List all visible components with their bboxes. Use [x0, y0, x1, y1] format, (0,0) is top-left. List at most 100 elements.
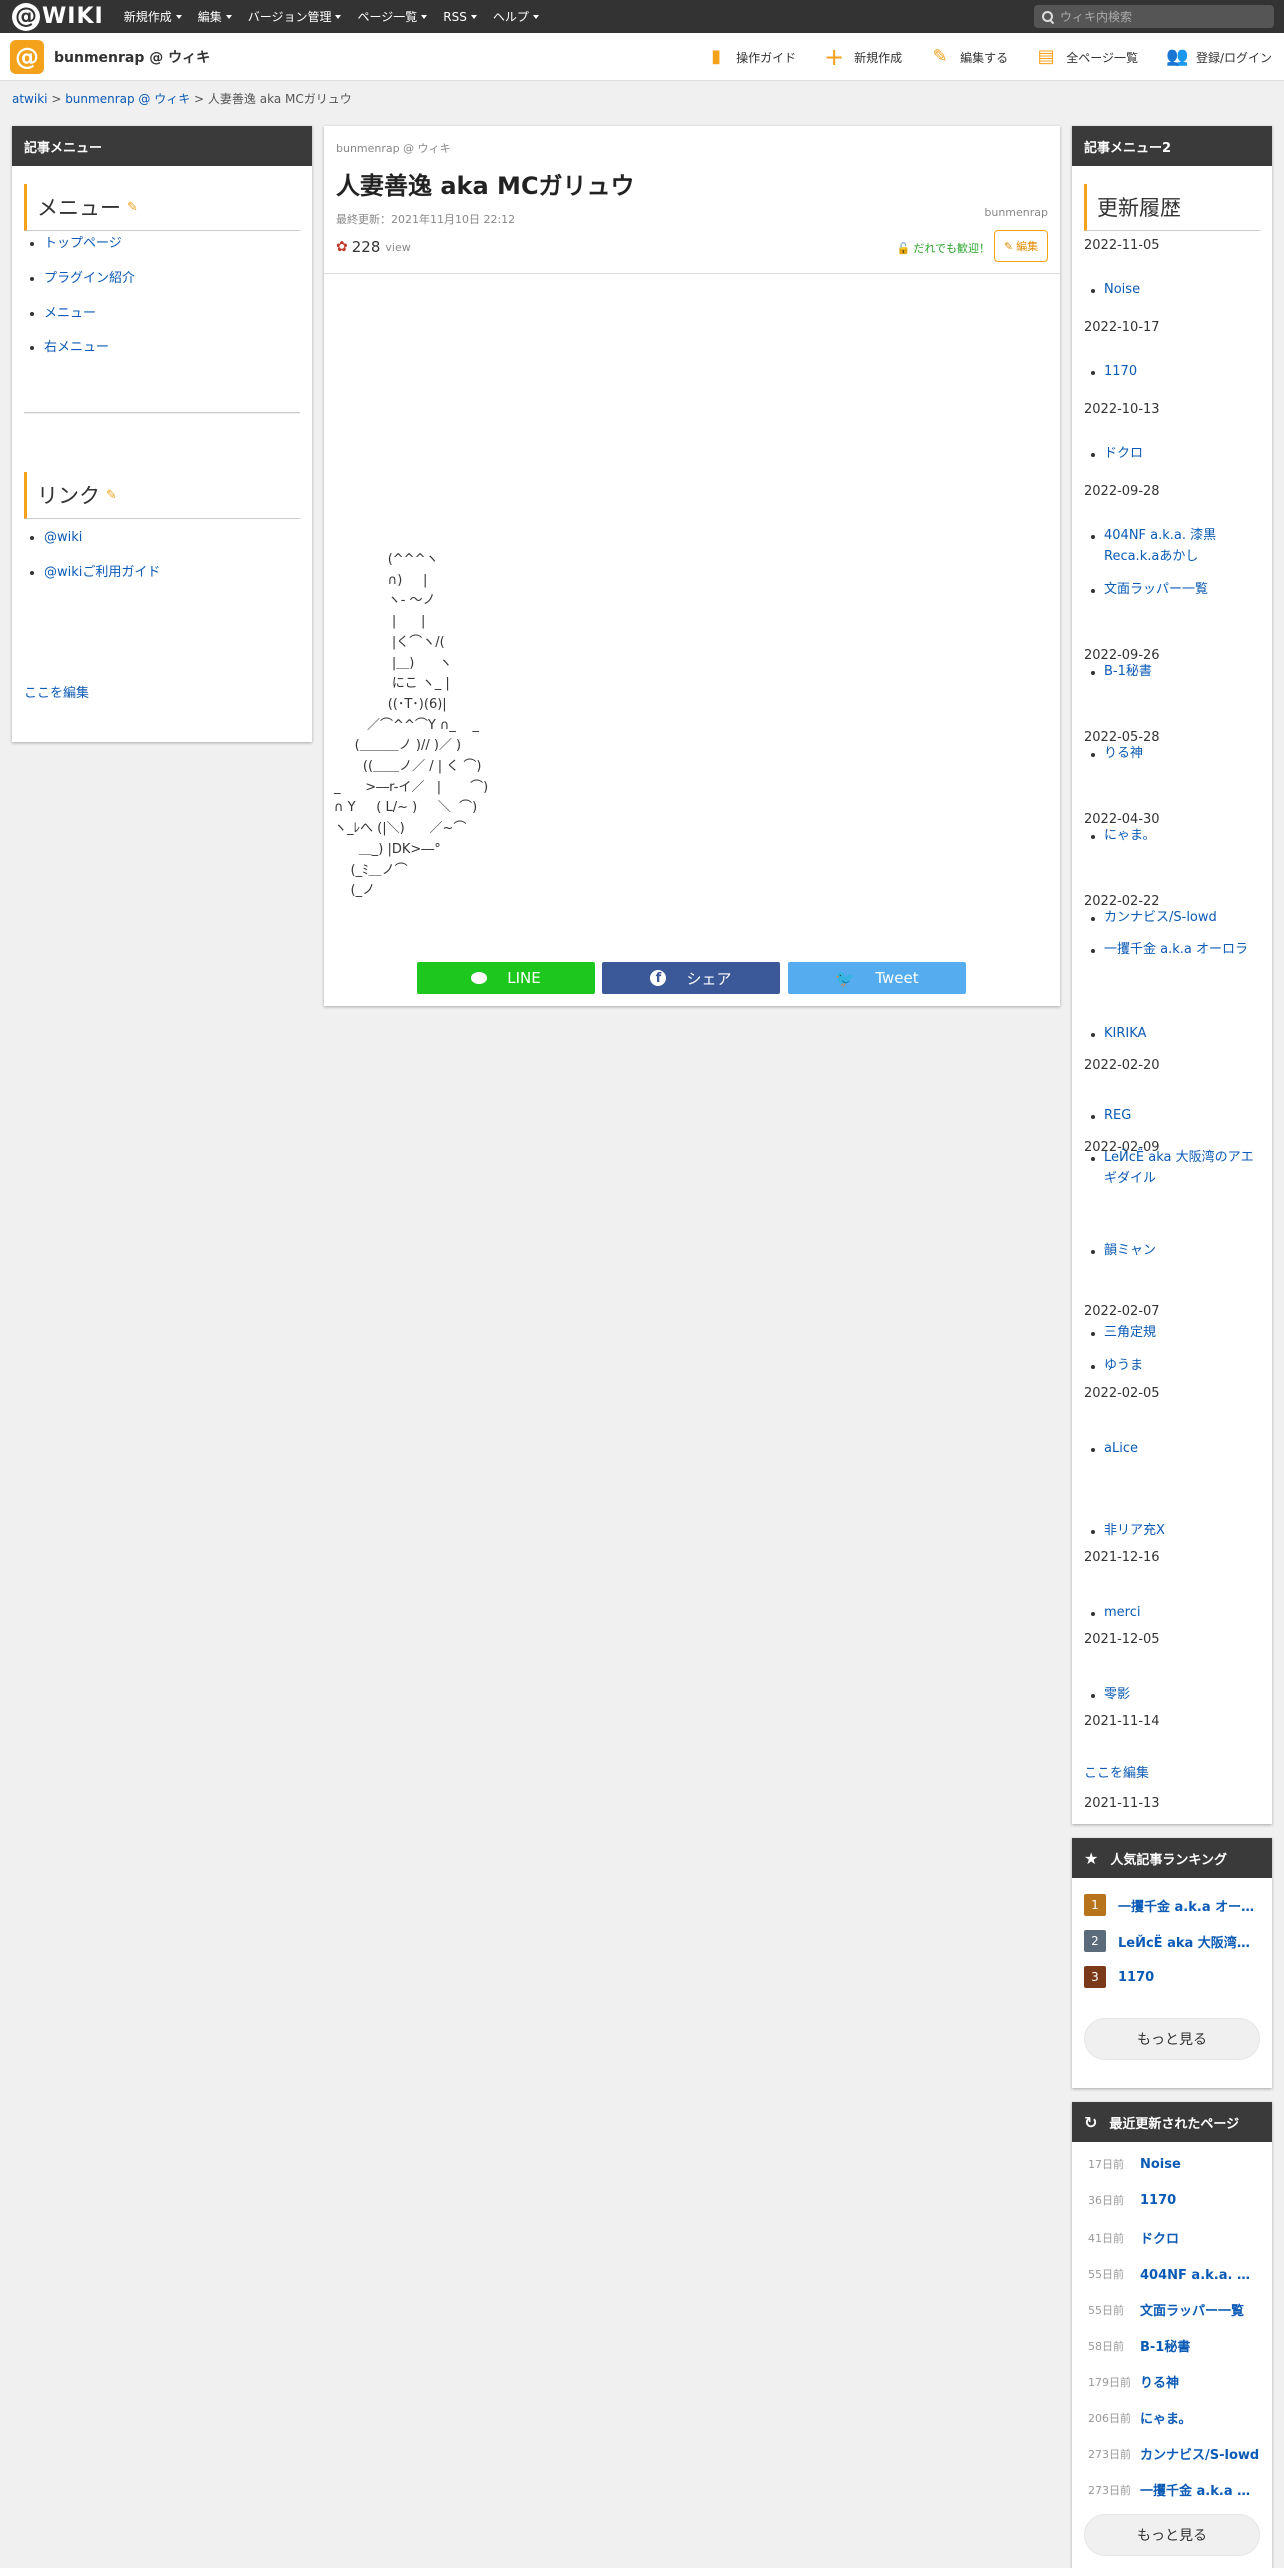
recent-link[interactable]: カンナビス/S-lowd [1140, 2444, 1262, 2463]
history-item-link[interactable]: 一攫千金 a.k.a オーロラ [1091, 940, 1264, 961]
action-label: 全ページ一覧 [1066, 50, 1138, 65]
history-item-link[interactable]: ゆうま [1091, 1356, 1264, 1377]
recent-link[interactable]: にゃま。 [1140, 2408, 1262, 2427]
nav-rss[interactable]: RSS [443, 8, 477, 25]
recent-link[interactable]: B-1秘書 [1140, 2336, 1262, 2355]
share-line-button[interactable]: LINE [417, 962, 595, 994]
history-item-link[interactable]: Noise [1091, 280, 1264, 301]
ranking-row[interactable]: 2 LeЙcЁ aka 大阪湾のアエギダイル [1084, 1930, 1258, 1952]
rank-link[interactable]: 1170 [1118, 1970, 1258, 1985]
list-item[interactable]: プラグイン紹介 [44, 269, 312, 290]
all-pages-button[interactable]: ▤ 全ページ一覧 [1036, 48, 1138, 66]
recent-link[interactable]: Noise [1140, 2157, 1262, 2172]
author: bunmenrap [984, 206, 1048, 219]
link-guide[interactable]: @wikiご利用ガイド [44, 565, 160, 580]
search-input[interactable] [1060, 9, 1260, 24]
left-menu-panel: 記事メニュー メニュー ✎ トップページ プラグイン紹介 メニュー 右メニュー リ… [12, 126, 312, 742]
history-item-link[interactable]: 韻ミャン [1091, 1241, 1264, 1262]
menu-link-top[interactable]: トップページ [44, 236, 122, 251]
recent-row[interactable]: 41日前 ドクロ [1088, 2228, 1268, 2248]
site-logo-icon[interactable]: @ [10, 39, 44, 74]
recent-link[interactable]: 1170 [1140, 2193, 1262, 2208]
link-atwiki[interactable]: @wiki [44, 530, 82, 545]
history-item-link[interactable]: 文面ラッパー一覧 [1091, 580, 1264, 601]
wiki-search[interactable] [1034, 5, 1274, 28]
list-item[interactable]: 右メニュー [44, 338, 312, 359]
site-title[interactable]: bunmenrap @ ウィキ [54, 47, 210, 67]
menu-link-right-menu[interactable]: 右メニュー [44, 340, 109, 355]
edit-here-link[interactable]: ここを編集 [24, 682, 89, 701]
recent-link[interactable]: ドクロ [1140, 2228, 1262, 2247]
edit-here-link[interactable]: ここを編集 [1084, 1762, 1149, 1781]
recent-link[interactable]: 文面ラッパー一覧 [1140, 2300, 1262, 2319]
search-icon [1042, 10, 1054, 23]
ranking-row[interactable]: 3 1170 [1084, 1966, 1258, 1988]
list-item[interactable]: @wikiご利用ガイド [44, 563, 312, 584]
recent-row[interactable]: 17日前 Noise [1088, 2156, 1268, 2172]
recent-link[interactable]: りる神 [1140, 2372, 1262, 2391]
breadcrumb-site[interactable]: bunmenrap @ ウィキ [65, 92, 190, 106]
recent-link[interactable]: 一攫千金 a.k.a オーロラ [1140, 2480, 1262, 2499]
nav-label: 編集 [197, 10, 222, 24]
history-icon: ↻ [1084, 2112, 1098, 2132]
menu-section-title: メニュー ✎ [24, 184, 300, 231]
page-title: 人妻善逸 aka MCガリュウ [336, 172, 635, 200]
ranking-more-button[interactable]: もっと見る [1084, 2018, 1260, 2060]
history-item-link[interactable]: にゃま。 [1091, 826, 1264, 847]
rank-link[interactable]: 一攫千金 a.k.a オーロラ [1118, 1896, 1258, 1915]
recent-row[interactable]: 36日前 1170 [1088, 2192, 1268, 2208]
history-item-link[interactable]: 三角定規 [1091, 1323, 1264, 1344]
menu-link-plugin[interactable]: プラグイン紹介 [44, 271, 135, 286]
rank-link[interactable]: LeЙcЁ aka 大阪湾のアエギダイル [1118, 1932, 1258, 1951]
login-button[interactable]: 👥 登録/ログイン [1166, 48, 1272, 66]
nav-version[interactable]: バージョン管理 [248, 8, 342, 25]
guide-button[interactable]: ▮ 操作ガイド [706, 48, 796, 66]
recent-row[interactable]: 179日前 りる神 [1088, 2372, 1268, 2392]
history-item-link[interactable]: KIRIKA [1091, 1024, 1264, 1045]
recent-row[interactable]: 206日前 にゃま。 [1088, 2408, 1268, 2428]
history-item-link[interactable]: REG [1091, 1106, 1264, 1127]
history-item-link[interactable]: 404NF a.k.a. 漆黒Reca.k.aあかし [1091, 526, 1264, 568]
nav-edit[interactable]: 編集 [198, 8, 232, 25]
nav-new[interactable]: 新規作成 [124, 8, 182, 25]
global-nav: 新規作成 編集 バージョン管理 ページ一覧 RSS ヘルプ [124, 8, 555, 25]
history-item-link[interactable]: aLice [1091, 1439, 1264, 1460]
nav-help[interactable]: ヘルプ [493, 8, 539, 25]
history-item-link[interactable]: 1170 [1091, 362, 1264, 383]
list-item[interactable]: トップページ [44, 234, 312, 255]
recent-row[interactable]: 55日前 404NF a.k.a. 漆黒Reca.k.aあかし [1088, 2264, 1268, 2284]
new-page-button[interactable]: + 新規作成 [824, 45, 902, 69]
edit-button[interactable]: ✎ 編集 [994, 230, 1048, 262]
atwiki-logo[interactable]: @ WIKI [12, 2, 104, 31]
list-item[interactable]: メニュー [44, 304, 312, 325]
history-item-link[interactable]: B-1秘書 [1091, 662, 1264, 683]
share-facebook-button[interactable]: f シェア [602, 962, 780, 994]
menu-link-menu[interactable]: メニュー [44, 306, 96, 321]
history-date: 2022-05-28 [1084, 730, 1160, 745]
ascii-art-line: (_ノ [334, 883, 376, 899]
edit-page-button[interactable]: ✎ 編集する [930, 48, 1009, 66]
list-item[interactable]: @wiki [44, 528, 312, 549]
history-item-link[interactable]: カンナビス/S-lowd [1091, 908, 1264, 929]
recent-row[interactable]: 273日前一攫千金 a.k.a オーロラ [1088, 2480, 1268, 2500]
history-item-link[interactable]: ドクロ [1091, 444, 1264, 465]
share-twitter-button[interactable]: 🐦 Tweet [788, 962, 966, 994]
nav-pagelist[interactable]: ページ一覧 [357, 8, 428, 25]
ranking-row[interactable]: 1 一攫千金 a.k.a オーロラ [1084, 1894, 1258, 1916]
logo-text: WIKI [42, 4, 104, 29]
history-item-link[interactable]: 零影 [1091, 1685, 1264, 1706]
twitter-icon: 🐦 [835, 968, 856, 988]
history-item-link[interactable]: LeЙcЁ aka 大阪湾のアエギダイル [1091, 1148, 1264, 1190]
breadcrumb-root[interactable]: atwiki [12, 92, 48, 106]
history-date: 2022-10-17 [1084, 320, 1160, 335]
recent-row[interactable]: 58日前 B-1秘書 [1088, 2336, 1268, 2356]
recent-row[interactable]: 55日前 文面ラッパー一覧 [1088, 2300, 1268, 2320]
recent-link[interactable]: 404NF a.k.a. 漆黒Reca.k.aあかし [1140, 2264, 1262, 2283]
history-item-link[interactable]: りる神 [1091, 744, 1264, 765]
pencil-icon[interactable]: ✎ [106, 488, 117, 503]
history-item-link[interactable]: 非リア充X [1091, 1521, 1264, 1542]
history-item-link[interactable]: merci [1091, 1603, 1264, 1624]
recent-more-button[interactable]: もっと見る [1084, 2514, 1260, 2556]
recent-row[interactable]: 273日前 カンナビス/S-lowd [1088, 2444, 1268, 2464]
pencil-icon[interactable]: ✎ [127, 200, 138, 215]
